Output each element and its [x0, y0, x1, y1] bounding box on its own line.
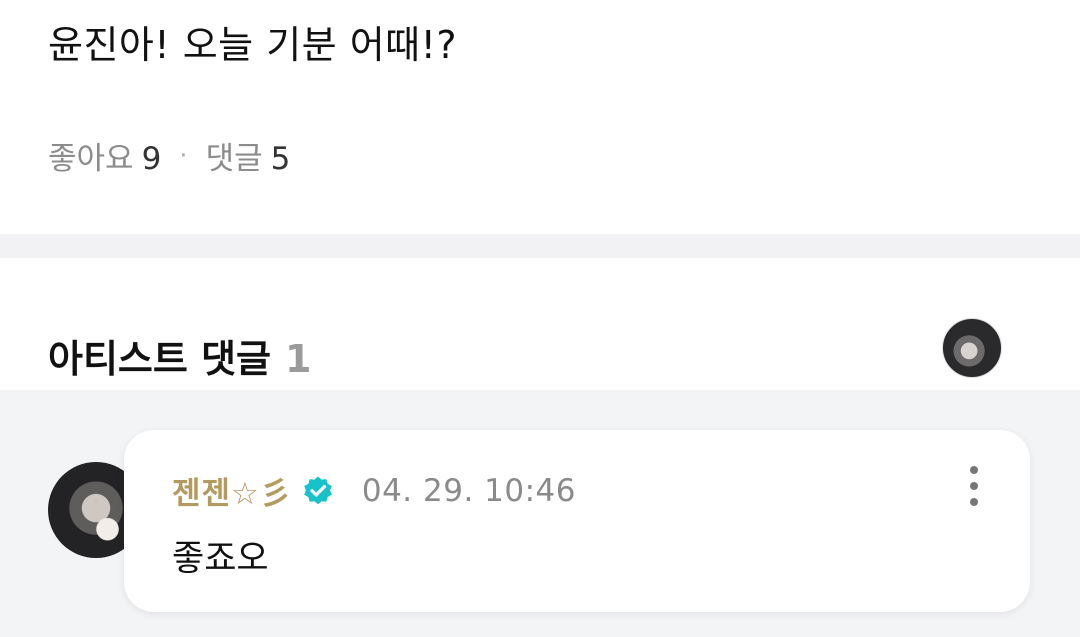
likes-count: 9 — [141, 141, 162, 177]
comment-area: 젠젠☆彡 04. 29. 10:46 좋죠오 — [0, 390, 1080, 637]
artist-comments-title: 아티스트 댓글 1 — [48, 328, 311, 383]
more-dot — [970, 482, 978, 490]
artist-comments-header: 아티스트 댓글 1 — [0, 258, 1080, 390]
comment-text: 좋죠오 — [172, 539, 269, 579]
likes-label: 좋아요 — [48, 141, 134, 177]
likes-button[interactable]: 좋아요 9 — [48, 133, 161, 178]
verified-badge-icon — [302, 475, 334, 507]
more-dot — [970, 466, 978, 474]
artist-avatar-button[interactable] — [942, 318, 1002, 378]
comments-label: 댓글 — [205, 141, 263, 177]
comments-button[interactable]: 댓글 5 — [206, 133, 291, 178]
artist-comments-count: 1 — [285, 337, 312, 381]
post-meta: 좋아요 9 · 댓글 5 — [48, 133, 290, 178]
comment-bubble: 젠젠☆彡 04. 29. 10:46 좋죠오 — [124, 430, 1030, 612]
more-dot — [970, 498, 978, 506]
comment-author-name[interactable]: 젠젠☆彡 — [172, 468, 292, 513]
section-divider — [0, 234, 1080, 258]
post-text: 윤진아! 오늘 기분 어때!? — [48, 23, 458, 67]
comments-count: 5 — [270, 141, 291, 177]
post-section: 윤진아! 오늘 기분 어때!? 좋아요 9 · 댓글 5 — [0, 0, 1080, 234]
comment-timestamp: 04. 29. 10:46 — [361, 472, 576, 509]
more-vertical-icon[interactable] — [964, 466, 984, 506]
artist-comments-label: 아티스트 댓글 — [48, 337, 271, 381]
comment-header: 젠젠☆彡 04. 29. 10:46 — [172, 468, 576, 513]
page: 윤진아! 오늘 기분 어때!? 좋아요 9 · 댓글 5 아티스트 댓글 1 젠젠☆… — [0, 0, 1080, 637]
meta-separator: · — [179, 140, 188, 171]
